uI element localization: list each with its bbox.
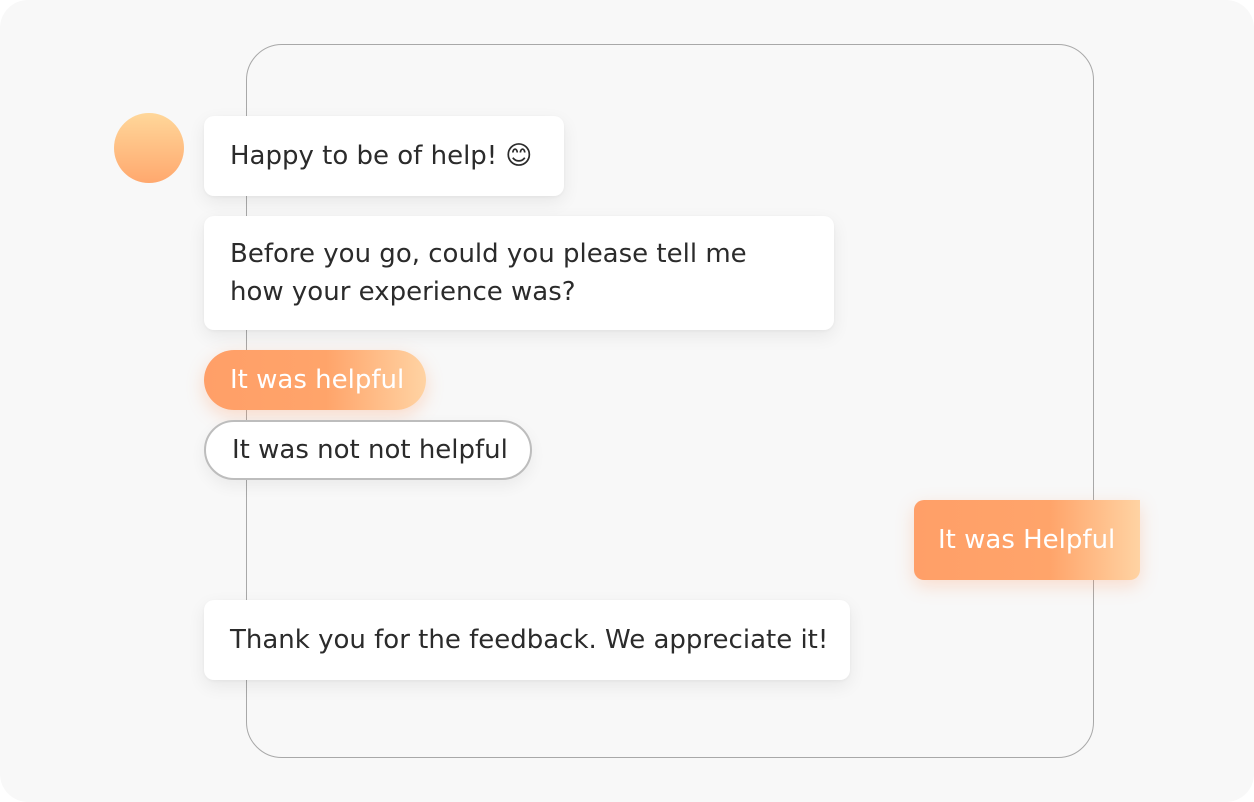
greeting-text: Happy to be of help! xyxy=(230,141,498,171)
user-message: It was Helpful xyxy=(914,500,1140,580)
bot-avatar-icon xyxy=(114,113,184,183)
quick-reply-not-helpful-label: It was not not helpful xyxy=(232,435,508,465)
smiling-face-icon: 😊 xyxy=(505,141,533,171)
user-message-text: It was Helpful xyxy=(938,525,1116,555)
quick-reply-helpful-button[interactable]: It was helpful xyxy=(204,350,426,410)
thanks-text: Thank you for the feedback. We appreciat… xyxy=(230,625,829,655)
bot-message-greeting: Happy to be of help! 😊 xyxy=(204,116,564,196)
canvas: Happy to be of help! 😊 Before you go, co… xyxy=(0,0,1254,802)
quick-reply-not-helpful-button[interactable]: It was not not helpful xyxy=(204,420,532,480)
question-text: Before you go, could you please tell me … xyxy=(230,239,747,307)
quick-reply-helpful-label: It was helpful xyxy=(230,365,405,395)
bot-message-thanks: Thank you for the feedback. We appreciat… xyxy=(204,600,850,680)
bot-message-question: Before you go, could you please tell me … xyxy=(204,216,834,330)
